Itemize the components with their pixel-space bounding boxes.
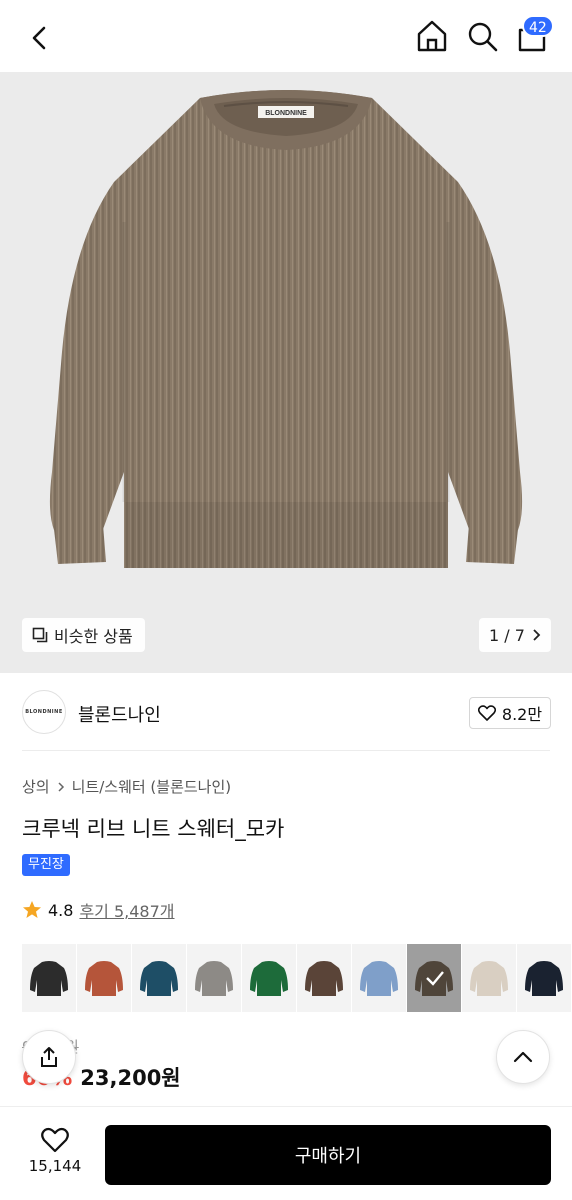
rating-row[interactable]: 4.8 후기 5,487개	[22, 898, 175, 922]
rating-value: 4.8	[48, 900, 74, 920]
swatch-sweater-icon	[85, 961, 123, 996]
heart-icon	[477, 705, 496, 721]
image-pager[interactable]: 1 / 7	[479, 618, 551, 652]
review-count-link[interactable]: 후기 5,487개	[79, 898, 174, 922]
star-icon	[23, 901, 41, 918]
pager-text: 1 / 7	[489, 625, 525, 645]
swatch-sweater-icon	[195, 961, 233, 996]
brand-like-count: 8.2만	[501, 705, 543, 724]
search-icon[interactable]	[464, 18, 500, 54]
swatch-sweater-icon	[470, 961, 508, 996]
color-swatch-black[interactable]	[22, 944, 77, 1012]
swatch-sweater-icon	[525, 961, 563, 996]
brand-row: BLONDNINE 블론드나인 8.2만	[0, 673, 572, 751]
wishlist-button[interactable]: 15,144	[20, 1127, 90, 1187]
share-icon	[41, 1047, 57, 1067]
color-swatch-rust[interactable]	[77, 944, 132, 1012]
swatch-sweater-icon	[305, 961, 343, 996]
breadcrumb: 상의 니트/스웨터 (블론드나인)	[22, 776, 231, 797]
heart-icon	[41, 1127, 69, 1153]
wishlist-count: 15,144	[28, 1157, 82, 1175]
sweater-tag-text: BLONDNINE	[265, 110, 307, 117]
swatch-sweater-icon	[250, 961, 288, 996]
back-icon[interactable]	[22, 20, 58, 56]
top-bar: 42	[0, 0, 572, 72]
color-swatch-navy[interactable]	[517, 944, 572, 1012]
color-swatch-sky[interactable]	[352, 944, 407, 1012]
chevron-up-icon	[513, 1051, 533, 1063]
swatch-sweater-icon	[30, 961, 68, 996]
swatch-sweater-icon	[140, 961, 178, 996]
share-button[interactable]	[22, 1030, 76, 1084]
brand-name[interactable]: 블론드나인	[78, 701, 161, 727]
chevron-right-icon	[58, 781, 64, 792]
brand-logo[interactable]: BLONDNINE	[22, 690, 66, 734]
similar-products-button[interactable]: 비슷한 상품	[22, 618, 145, 652]
color-swatch-gray[interactable]	[187, 944, 242, 1012]
bottom-bar: 15,144 구매하기	[0, 1106, 572, 1200]
home-icon[interactable]	[414, 18, 450, 54]
color-swatch-teal[interactable]	[132, 944, 187, 1012]
check-icon	[426, 971, 444, 986]
scroll-top-button[interactable]	[496, 1030, 550, 1084]
brand-like-button[interactable]: 8.2만	[469, 697, 551, 729]
color-swatch-brown[interactable]	[297, 944, 352, 1012]
store-badge: 무진장	[22, 854, 70, 876]
cart-count-badge: 42	[522, 15, 554, 37]
color-options	[22, 944, 572, 1012]
product-image[interactable]: BLONDNINE 비슷한 상품 1 / 7	[0, 72, 572, 673]
sweater-illustration: BLONDNINE	[49, 90, 523, 568]
sale-price: 23,200원	[80, 1066, 181, 1090]
color-swatch-oatmeal[interactable]	[462, 944, 517, 1012]
breadcrumb-item[interactable]: 상의	[22, 776, 50, 797]
color-swatch-green[interactable]	[242, 944, 297, 1012]
chevron-right-icon	[533, 629, 541, 641]
similar-products-label: 비슷한 상품	[54, 627, 133, 646]
swatch-sweater-icon	[360, 961, 398, 996]
buy-button[interactable]: 구매하기	[105, 1125, 551, 1185]
color-swatch-mocha[interactable]	[407, 944, 462, 1012]
breadcrumb-item[interactable]: 니트/스웨터 (블론드나인)	[72, 776, 232, 797]
divider	[22, 750, 550, 751]
copy-icon	[32, 627, 48, 643]
product-title: 크루넥 리브 니트 스웨터_모카	[22, 817, 285, 841]
